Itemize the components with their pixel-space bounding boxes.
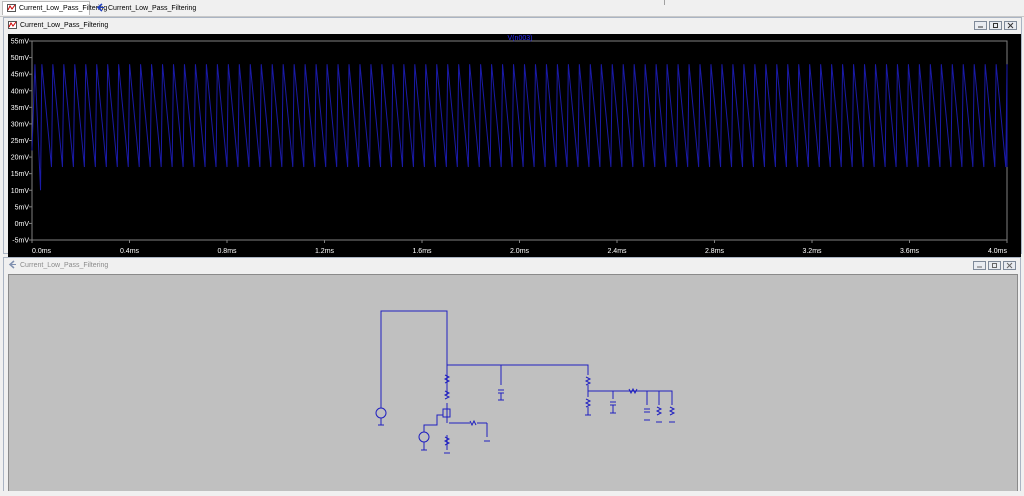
x-tick-label: 2.4ms bbox=[607, 248, 627, 255]
tab-label: Current_Low_Pass_Filtering bbox=[108, 4, 197, 12]
waveform-icon bbox=[7, 3, 16, 14]
x-tick-label: 1.2ms bbox=[315, 248, 335, 255]
x-tick-label: 3.2ms bbox=[802, 248, 822, 255]
resistor-rb[interactable] bbox=[469, 419, 477, 427]
y-tick-label: -5mV bbox=[12, 238, 29, 245]
waveform-icon bbox=[8, 20, 17, 31]
y-axis: 55mV 50mV 45mV 40mV 35mV 30mV 25mV 20mV 15mV 10mV… bbox=[11, 39, 32, 245]
x-tick-label: 2.0ms bbox=[510, 248, 530, 255]
y-tick-label: 25mV bbox=[11, 138, 30, 145]
voltage-source-2[interactable] bbox=[418, 431, 430, 443]
restore-button[interactable] bbox=[988, 261, 1001, 270]
schematic-icon bbox=[96, 2, 105, 14]
y-tick-label: 30mV bbox=[11, 121, 30, 128]
y-tick-label: 20mV bbox=[11, 155, 30, 162]
wires[interactable] bbox=[380, 310, 673, 450]
y-tick-label: 45mV bbox=[11, 72, 30, 79]
bottom-strip bbox=[0, 491, 1024, 496]
minimize-button[interactable] bbox=[973, 261, 986, 270]
trace-v-n003[interactable] bbox=[31, 64, 1008, 191]
x-tick-label: 4.0ms bbox=[988, 248, 1008, 255]
plot-pane[interactable]: 55mV 50mV 45mV 40mV 35mV 30mV 25mV 20mV 15mV 10mV… bbox=[8, 34, 1021, 269]
resistor-rload[interactable] bbox=[668, 406, 676, 416]
y-tick-label: 35mV bbox=[11, 105, 30, 112]
y-tick-label: 40mV bbox=[11, 88, 30, 95]
window-title: Current_Low_Pass_Filtering bbox=[20, 262, 109, 269]
resistor-r4[interactable] bbox=[584, 376, 592, 386]
x-tick-label: 3.6ms bbox=[900, 248, 920, 255]
y-tick-label: 0mV bbox=[15, 221, 30, 228]
circuit-diagram[interactable] bbox=[9, 275, 1017, 491]
y-tick-label: 15mV bbox=[11, 171, 30, 178]
x-axis: 0.0ms 0.4ms 0.8ms 1.2ms 1.6ms 2.0ms 2.4ms 2.8ms… bbox=[31, 240, 1008, 255]
schematic-canvas[interactable] bbox=[8, 274, 1018, 492]
voltage-source-1[interactable] bbox=[375, 407, 387, 419]
waveform-window-titlebar[interactable]: Current_Low_Pass_Filtering bbox=[4, 18, 1021, 33]
ground-symbols bbox=[378, 393, 675, 454]
resistor-r5[interactable] bbox=[584, 398, 592, 408]
tab-waveform[interactable]: Current_Low_Pass_Filtering bbox=[2, 1, 107, 15]
x-tick-label: 1.6ms bbox=[412, 248, 432, 255]
waveform-plot[interactable]: 55mV 50mV 45mV 40mV 35mV 30mV 25mV 20mV 15mV 10mV… bbox=[8, 34, 1021, 269]
trace-label[interactable]: V(n003) bbox=[508, 35, 533, 42]
x-tick-label: 0.4ms bbox=[120, 248, 140, 255]
x-tick-label: 2.8ms bbox=[705, 248, 725, 255]
document-tab-bar: Current_Low_Pass_Filtering Current_Low_P… bbox=[0, 0, 1024, 17]
schematic-icon bbox=[8, 260, 17, 271]
x-tick-label: 0.8ms bbox=[217, 248, 237, 255]
close-button[interactable] bbox=[1004, 21, 1017, 30]
schematic-window[interactable]: Current_Low_Pass_Filtering bbox=[3, 257, 1021, 492]
y-tick-label: 55mV bbox=[11, 39, 30, 46]
tab-schematic[interactable]: Current_Low_Pass_Filtering bbox=[92, 1, 196, 15]
window-title: Current_Low_Pass_Filtering bbox=[20, 22, 109, 29]
tab-separator bbox=[664, 0, 665, 5]
resistor-r7[interactable] bbox=[655, 406, 663, 416]
y-tick-label: 50mV bbox=[11, 55, 30, 62]
y-tick-label: 5mV bbox=[15, 204, 30, 211]
x-tick-label: 0.0ms bbox=[32, 248, 52, 255]
components[interactable] bbox=[375, 374, 676, 446]
close-button[interactable] bbox=[1003, 261, 1016, 270]
y-tick-label: 10mV bbox=[11, 188, 30, 195]
restore-button[interactable] bbox=[989, 21, 1002, 30]
schematic-window-titlebar[interactable]: Current_Low_Pass_Filtering bbox=[4, 258, 1020, 273]
minimize-button[interactable] bbox=[974, 21, 987, 30]
waveform-window[interactable]: Current_Low_Pass_Filtering 55mV 50mV 45mV 4… bbox=[3, 17, 1022, 269]
